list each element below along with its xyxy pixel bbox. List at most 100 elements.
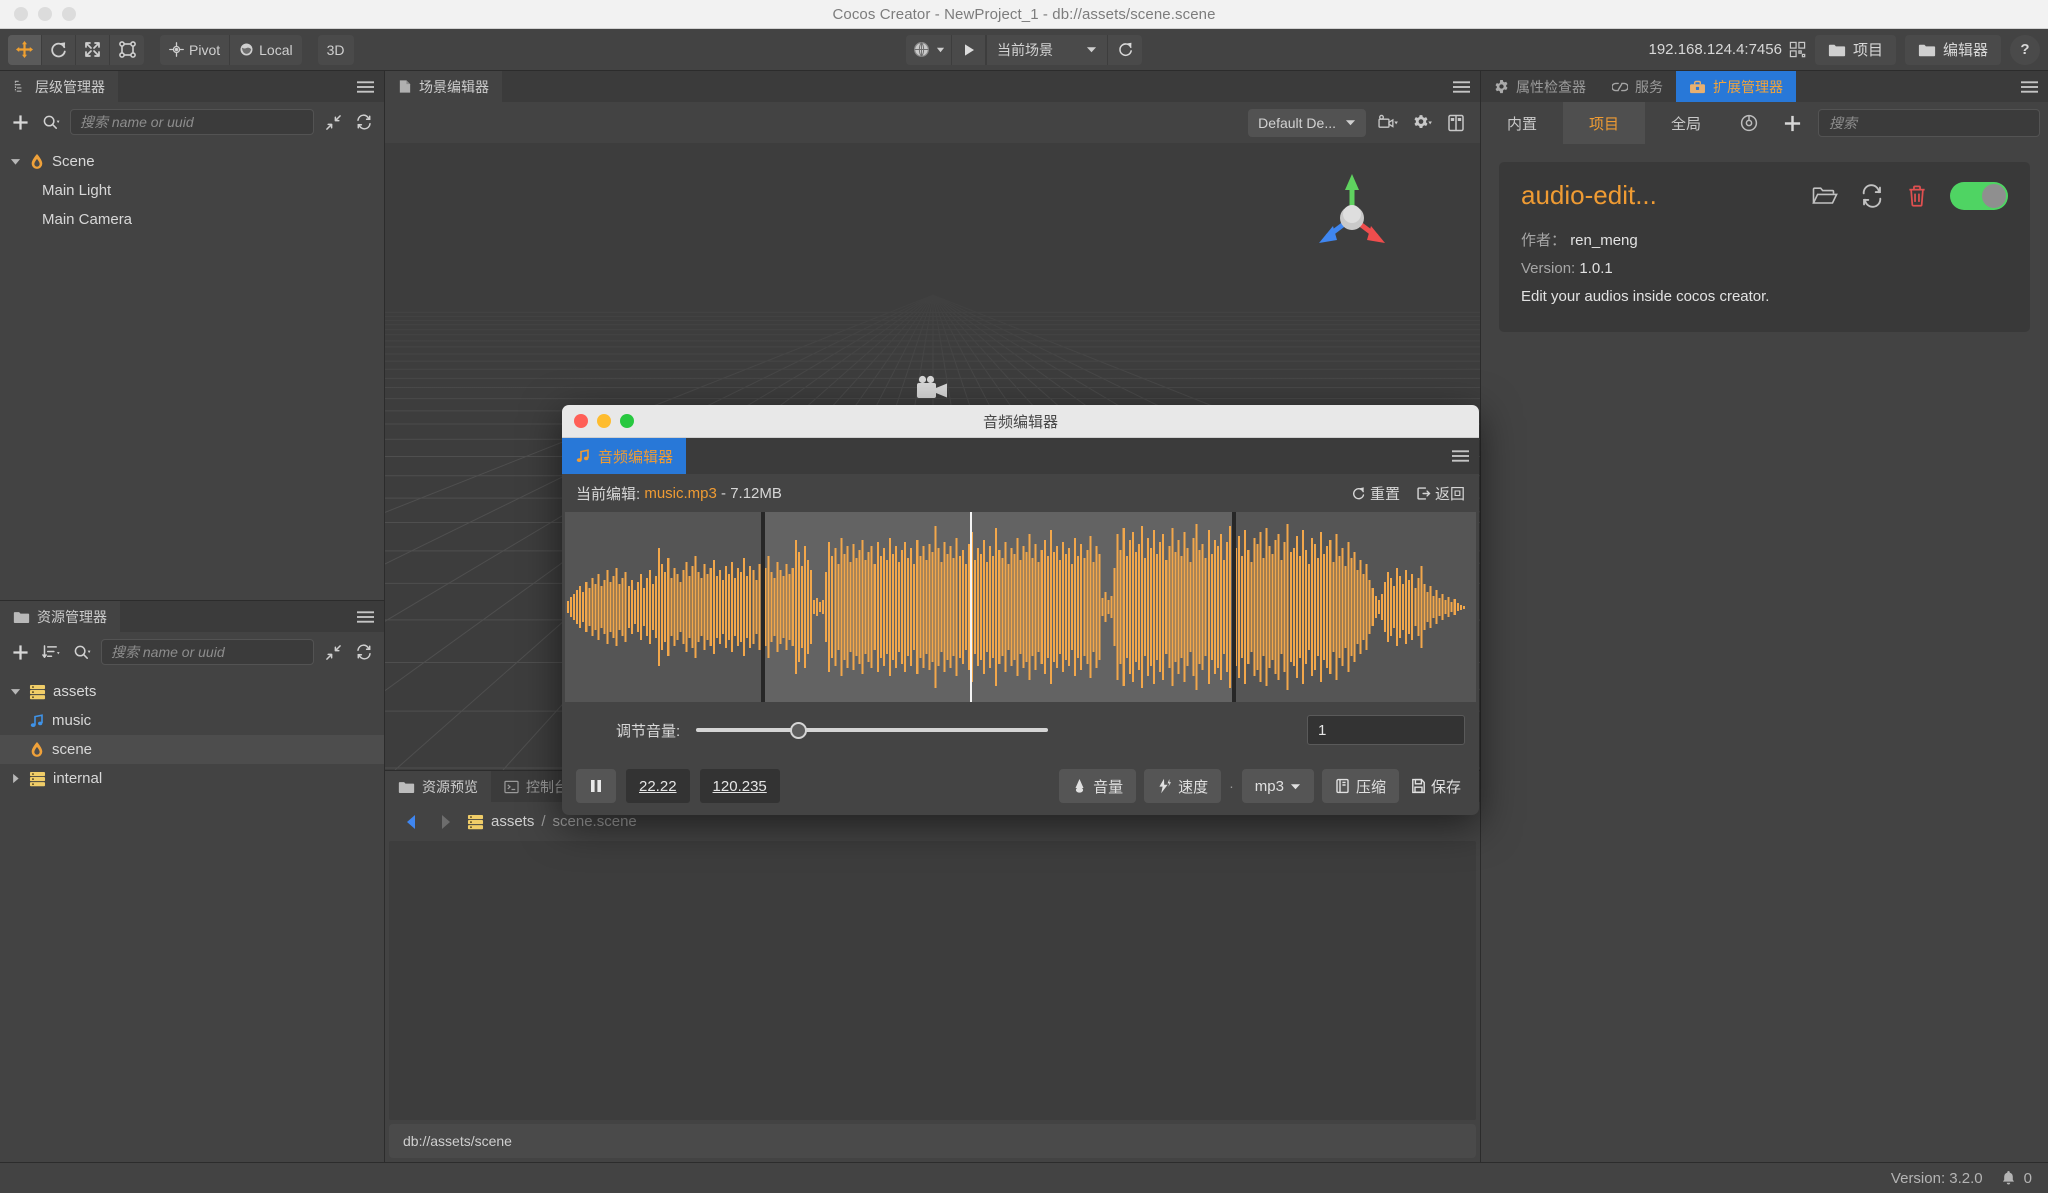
project-menu-button[interactable]: 项目	[1814, 34, 1896, 65]
tab-audio-editor[interactable]: 音频编辑器	[562, 438, 687, 474]
assets-collapse-all-button[interactable]	[321, 640, 345, 664]
total-time-field[interactable]: 120.235	[699, 769, 780, 803]
gear-dropdown-icon	[1413, 115, 1432, 128]
tab-hierarchy[interactable]: 层级管理器	[0, 71, 118, 102]
scale-tool-button[interactable]	[76, 34, 110, 65]
asset-node-internal[interactable]: internal	[0, 764, 384, 793]
add-extension-button[interactable]	[1771, 102, 1814, 144]
current-time-field[interactable]: 22.22	[626, 769, 690, 803]
compress-button[interactable]: 压缩	[1321, 769, 1399, 803]
assets-search-filter-button[interactable]	[70, 640, 94, 664]
hierarchy-node-scene[interactable]: Scene	[0, 147, 384, 176]
assets-menu-button[interactable]	[357, 601, 374, 632]
save-button[interactable]: 保存	[1407, 776, 1465, 797]
trash-icon[interactable]	[1906, 184, 1928, 208]
collapse-all-button[interactable]	[321, 110, 345, 134]
scene-editor-menu-button[interactable]	[1453, 71, 1470, 102]
move-tool-button[interactable]	[8, 34, 42, 65]
help-button[interactable]: ?	[2010, 34, 2040, 65]
play-preview-button[interactable]	[952, 34, 986, 65]
hierarchy-refresh-button[interactable]	[352, 110, 376, 134]
refresh-preview-button[interactable]	[1108, 35, 1142, 65]
scene-camera-button[interactable]	[1376, 111, 1400, 135]
dimension-toggle-button[interactable]: 3D	[318, 35, 354, 65]
hierarchy-search-filter-button[interactable]	[39, 110, 63, 134]
volume-slider-thumb[interactable]	[790, 721, 808, 739]
speed-button[interactable]: 速度	[1144, 769, 1222, 803]
pivot-coord-group: Pivot Local	[160, 34, 302, 65]
notification-count: 0	[2023, 1169, 2032, 1187]
axis-gizmo[interactable]	[1306, 168, 1398, 265]
asset-preview-grid[interactable]	[389, 841, 1476, 1120]
hierarchy-menu-button[interactable]	[357, 71, 374, 102]
scene-gear-button[interactable]	[1410, 111, 1434, 135]
subtab-project[interactable]: 项目	[1563, 102, 1646, 144]
tab-scene-editor[interactable]: 场景编辑器	[385, 71, 502, 102]
reset-button[interactable]: 重置	[1351, 483, 1400, 504]
play-pause-button[interactable]	[576, 769, 616, 803]
volume-slider[interactable]	[696, 720, 1049, 740]
expand-arrow-icon[interactable]	[8, 686, 22, 697]
waveform-display[interactable]	[565, 512, 1476, 702]
waveform-region-start-marker[interactable]	[760, 512, 765, 702]
assets-refresh-button[interactable]	[352, 640, 376, 664]
add-asset-button[interactable]	[8, 640, 32, 664]
preview-scene-select[interactable]: 当前场景	[986, 34, 1108, 65]
add-node-button[interactable]	[8, 110, 32, 134]
inspector-menu-button[interactable]	[2021, 71, 2038, 102]
folder-icon	[398, 781, 415, 793]
pivot-toggle-button[interactable]: Pivot	[160, 34, 231, 65]
extension-store-button[interactable]	[1727, 102, 1771, 144]
waveform-playhead[interactable]	[970, 512, 973, 702]
asset-node-scene[interactable]: scene	[0, 735, 384, 764]
asset-node-music[interactable]: music	[0, 706, 384, 735]
asset-node-assets[interactable]: assets	[0, 677, 384, 706]
volume-effect-button[interactable]: 音量	[1059, 769, 1137, 803]
notification-indicator[interactable]: 0	[2001, 1170, 2032, 1187]
tab-asset-preview[interactable]: 资源预览	[385, 771, 491, 802]
folder-open-icon[interactable]	[1812, 185, 1838, 207]
breadcrumb-back-button[interactable]	[399, 810, 423, 834]
device-select[interactable]: Default De...	[1248, 108, 1366, 137]
editor-menu-button[interactable]: 编辑器	[1904, 34, 2001, 65]
coordinate-toggle-button[interactable]: Local	[230, 35, 301, 65]
assets-sort-button[interactable]	[39, 640, 63, 664]
rect-transform-tool-button[interactable]	[110, 35, 144, 65]
compress-label: 压缩	[1355, 778, 1386, 796]
bell-icon	[2002, 1170, 2014, 1185]
tab-services[interactable]: 服务	[1599, 71, 1676, 102]
db-icon	[29, 684, 46, 700]
format-select[interactable]: mp3	[1241, 769, 1314, 803]
extension-enable-toggle[interactable]	[1950, 181, 2008, 210]
assets-search-input[interactable]: 搜索 name or uuid	[101, 639, 314, 665]
waveform-region-end-marker[interactable]	[1231, 512, 1236, 702]
search-icon	[74, 645, 91, 659]
scene-layout-button[interactable]	[1444, 111, 1468, 135]
back-button[interactable]: 返回	[1416, 483, 1465, 504]
total-time-value: 120.235	[712, 777, 767, 795]
tab-assets-label: 资源管理器	[37, 608, 107, 625]
extension-search-input[interactable]: 搜索	[1818, 109, 2040, 137]
hierarchy-search-input[interactable]: 搜索 name or uuid	[70, 109, 314, 135]
expand-arrow-icon[interactable]	[8, 156, 22, 167]
hierarchy-node-main-light[interactable]: Main Light	[0, 176, 384, 205]
folder-icon	[1918, 44, 1936, 56]
breadcrumb-path[interactable]: assets / scene.scene	[467, 813, 637, 830]
hierarchy-tree[interactable]: Scene Main Light Main Camera	[0, 142, 384, 600]
expand-arrow-icon[interactable]	[8, 773, 22, 784]
main-camera-gizmo-icon[interactable]	[916, 375, 950, 408]
tab-assets[interactable]: 资源管理器	[0, 601, 120, 632]
assets-tree[interactable]: assets music scene internal	[0, 672, 384, 1162]
preview-device-button[interactable]	[906, 34, 952, 65]
sync-circle-icon	[1740, 114, 1758, 132]
subtab-global[interactable]: 全局	[1645, 102, 1727, 144]
volume-value-input[interactable]: 1	[1307, 715, 1465, 745]
audio-dialog-menu-button[interactable]	[1452, 438, 1469, 474]
tab-inspector[interactable]: 属性检查器	[1481, 71, 1599, 102]
sync-icon[interactable]	[1860, 183, 1884, 208]
hierarchy-node-main-camera[interactable]: Main Camera	[0, 205, 384, 234]
subtab-builtin[interactable]: 内置	[1481, 102, 1563, 144]
tab-extension-manager[interactable]: 扩展管理器	[1676, 71, 1796, 102]
rotate-tool-button[interactable]	[42, 34, 76, 65]
breadcrumb-forward-button[interactable]	[433, 810, 457, 834]
